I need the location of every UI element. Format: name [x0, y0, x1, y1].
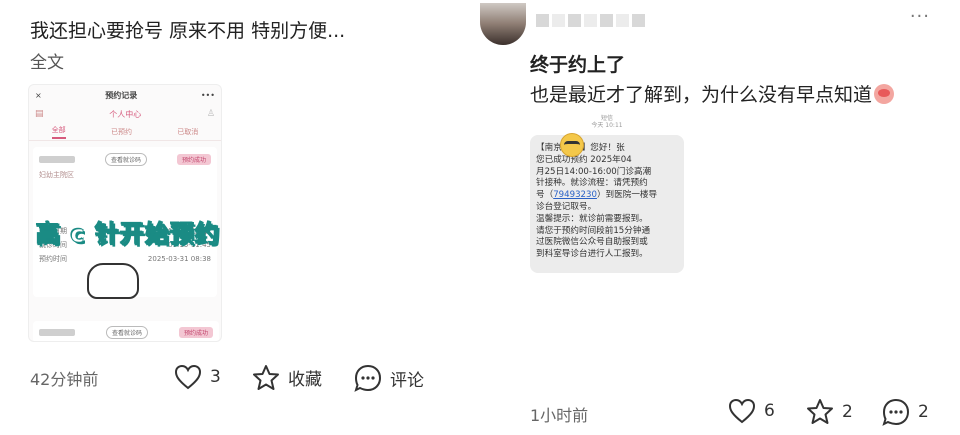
- post-image[interactable]: × 预约记录 ••• ▤ 个人中心 ♙ 全部 已预约 已取消 查看就诊码 预约成…: [28, 84, 222, 342]
- screenshot-tabs: 全部 已预约 已取消: [29, 123, 221, 141]
- post-time: 1小时前: [530, 406, 589, 425]
- post-title: 我还担心要抢号 原来不用 特别方便...: [30, 20, 346, 42]
- screenshot-center-bar: ▤ 个人中心 ♙: [29, 105, 221, 123]
- sms-header: 短信 今天 10:11: [591, 115, 623, 129]
- heart-icon: [174, 364, 202, 390]
- more-icon[interactable]: ···: [910, 6, 930, 27]
- status-badge: 预约成功: [176, 153, 211, 165]
- full-text-link[interactable]: 全文: [30, 48, 64, 73]
- like-count: 3: [210, 367, 221, 387]
- favorite-label: 收藏: [288, 370, 322, 390]
- comment-button[interactable]: 评论: [354, 364, 424, 392]
- promo-banner: 高 c 针开始预约: [31, 213, 221, 249]
- department-label: 妇幼主院区: [39, 171, 74, 179]
- screenshot-title: 预约记录: [105, 90, 138, 100]
- blurred-name: [39, 155, 75, 163]
- post-time: 42分钟前: [30, 370, 99, 389]
- sad-face-icon: [874, 84, 895, 104]
- favorite-button[interactable]: 2: [806, 398, 853, 425]
- like-button[interactable]: 6: [728, 398, 775, 424]
- view-code-button: 查看就诊码: [104, 152, 147, 166]
- tab-all: 全部: [51, 125, 66, 139]
- tab-cancelled: 已取消: [177, 127, 199, 136]
- username-blurred[interactable]: [536, 14, 645, 27]
- comment-icon: [354, 364, 382, 392]
- sunglasses-emoji-icon: [560, 133, 584, 157]
- star-icon: [807, 399, 833, 424]
- star-icon: [253, 365, 279, 390]
- more-icon: •••: [200, 90, 215, 100]
- like-button[interactable]: 3: [174, 364, 221, 390]
- avatar[interactable]: [480, 3, 526, 45]
- post-image[interactable]: 短信 今天 10:11 【南京 医院】您好！张 您已成功预约 2025年04 月…: [528, 115, 686, 273]
- comment-label: 评论: [390, 370, 424, 391]
- post-text: 也是最近才了解到，为什么没有早点知道: [530, 80, 895, 107]
- post-left: 我还担心要抢号 原来不用 特别方便... 全文 × 预约记录 ••• ▤ 个人中…: [0, 0, 480, 435]
- favorite-count: 2: [842, 401, 853, 422]
- screenshot-topbar: × 预约记录 •••: [29, 85, 221, 105]
- post-right: ··· 终于约上了 也是最近才了解到，为什么没有早点知道 短信 今天 10:11…: [480, 0, 960, 435]
- favorite-button[interactable]: 收藏: [252, 364, 322, 391]
- heart-icon: [728, 398, 756, 424]
- post-title: 终于约上了: [530, 54, 626, 76]
- document-icon: ▤: [35, 109, 44, 119]
- tab-booked: 已预约: [110, 127, 132, 136]
- like-count: 6: [764, 401, 775, 421]
- sms-bubble: 【南京 医院】您好！张 您已成功预约 2025年04 月25日14:00-16:…: [530, 135, 684, 273]
- center-label: 个人中心: [109, 109, 142, 119]
- comment-count: 2: [918, 402, 929, 422]
- user-icon: ♙: [206, 109, 215, 119]
- close-icon: ×: [35, 90, 42, 100]
- comment-button[interactable]: 2: [882, 398, 929, 426]
- phone-link[interactable]: 79493230: [553, 190, 597, 200]
- comment-icon: [882, 398, 910, 426]
- appointment-card: 查看就诊码 预约成功: [33, 321, 219, 341]
- banner-text: 高 c 针开始预约: [36, 219, 220, 248]
- mascot-sticker: [87, 263, 139, 299]
